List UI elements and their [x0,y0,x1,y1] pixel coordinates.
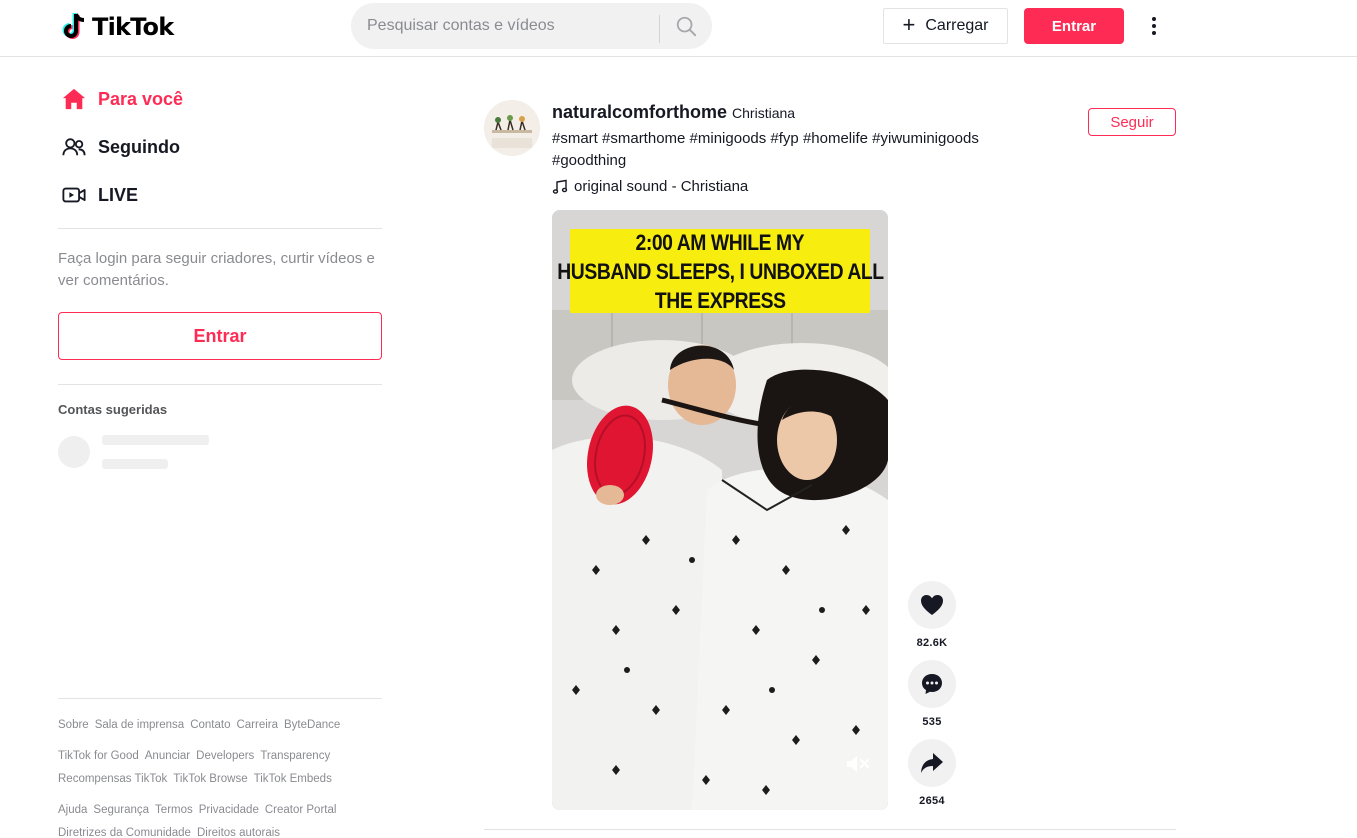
sidebar-item-following[interactable]: Seguindo [62,131,180,163]
sidebar-item-label: Seguindo [98,136,180,157]
sidebar-divider [58,698,382,699]
like-button[interactable] [908,581,956,629]
footer-link[interactable]: Sala de imprensa [95,719,185,731]
post-description[interactable]: #smart #smarthome #minigoods #fyp #homel… [552,128,1052,172]
top-header: TikTok + Carregar Entrar [0,0,1357,57]
footer-links-row: Recompensas TikTok TikTok Browse TikTok … [58,773,332,785]
more-options-button[interactable] [1142,10,1166,42]
suggested-accounts-title: Contas sugeridas [58,402,168,417]
sidebar-item-label: LIVE [98,184,139,205]
footer-link[interactable]: TikTok Browse [173,773,247,785]
comment-action[interactable]: 535 [908,660,956,728]
caption-line: THE EXPRESS [654,287,786,313]
upload-button[interactable]: + Carregar [883,8,1008,44]
footer-links-row: Ajuda Segurança Termos Privacidade Creat… [58,804,336,816]
upload-label: Carregar [925,17,989,34]
footer-link[interactable]: Recompensas TikTok [58,773,167,785]
footer-link[interactable]: Ajuda [58,804,87,816]
caption-line: 2:00 AM WHILE MY [635,229,805,255]
search-button[interactable] [661,3,711,49]
sidebar-divider [58,228,382,229]
music-link[interactable]: original sound - Christiana [552,178,748,195]
search-bar [351,3,712,49]
login-hint-text: Faça login para seguir criadores, curtir… [58,250,375,289]
footer-link[interactable]: Carreira [236,719,278,731]
footer-links-row: Diretrizes da Comunidade Direitos autora… [58,827,280,838]
skeleton-avatar [58,436,90,468]
footer-link[interactable]: Sobre [58,719,89,731]
music-note-icon [552,179,568,194]
author-display-name[interactable]: Christiana [732,105,795,121]
footer-link[interactable]: Termos [155,804,193,816]
skeleton-line [102,459,168,469]
share-count: 2654 [919,795,945,807]
comment-count: 535 [922,716,942,728]
footer-link[interactable]: Segurança [93,804,149,816]
tiktok-note-icon [62,13,85,39]
comment-button[interactable] [908,660,956,708]
author-avatar[interactable] [484,100,540,156]
mute-button[interactable] [842,750,874,778]
share-action[interactable]: 2654 [908,739,956,807]
footer-link[interactable]: Diretrizes da Comunidade [58,827,191,838]
video-player[interactable]: 2:00 AM WHILE MY HUSBAND SLEEPS, I UNBOX… [552,210,888,810]
footer-links-row: Sobre Sala de imprensa Contato Carreira … [58,719,340,731]
footer-link[interactable]: Privacidade [199,804,259,816]
live-icon [62,183,86,207]
logo-text: TikTok [92,13,174,41]
heart-icon [921,595,943,615]
header-login-button[interactable]: Entrar [1024,8,1124,44]
footer-links-row: TikTok for Good Anunciar Developers Tran… [58,750,330,762]
footer-link[interactable]: Creator Portal [265,804,337,816]
feed-divider [484,829,1176,830]
footer-link[interactable]: Direitos autorais [197,827,280,838]
author-username[interactable]: naturalcomforthome [552,102,727,123]
sidebar-item-label: Para você [98,88,184,109]
footer-link[interactable]: Contato [190,719,230,731]
footer-link[interactable]: TikTok for Good [58,750,139,762]
plus-icon: + [902,12,916,37]
skeleton-line [102,435,209,445]
comment-icon [922,674,942,694]
video-caption-overlay: 2:00 AM WHILE MY HUSBAND SLEEPS, I UNBOX… [557,229,884,313]
home-icon [62,87,86,111]
footer-link[interactable]: TikTok Embeds [254,773,332,785]
sidebar-item-for-you[interactable]: Para você [62,83,183,115]
like-action[interactable]: 82.6K [908,581,956,649]
tiktok-logo[interactable]: TikTok [62,11,174,43]
search-divider [659,15,660,43]
follow-button[interactable]: Seguir [1088,108,1176,136]
caption-line: HUSBAND SLEEPS, I UNBOXED ALL [556,258,884,284]
like-count: 82.6K [916,637,948,649]
footer-link[interactable]: ByteDance [284,719,340,731]
footer-link[interactable]: Developers [196,750,254,762]
music-title: original sound - Christiana [574,178,749,195]
users-icon [62,135,86,159]
share-button[interactable] [908,739,956,787]
sidebar-item-live[interactable]: LIVE [62,179,138,211]
sidebar-divider [58,384,382,385]
search-input[interactable] [367,3,647,49]
sidebar-login-button[interactable]: Entrar [58,312,382,360]
footer-link[interactable]: Transparency [260,750,330,762]
share-arrow-icon [921,753,943,773]
vertical-dots-icon [1152,17,1156,35]
post-author: naturalcomforthome Christiana [552,102,795,123]
speaker-muted-icon [847,756,869,772]
footer-link[interactable]: Anunciar [145,750,190,762]
search-icon [676,16,697,37]
